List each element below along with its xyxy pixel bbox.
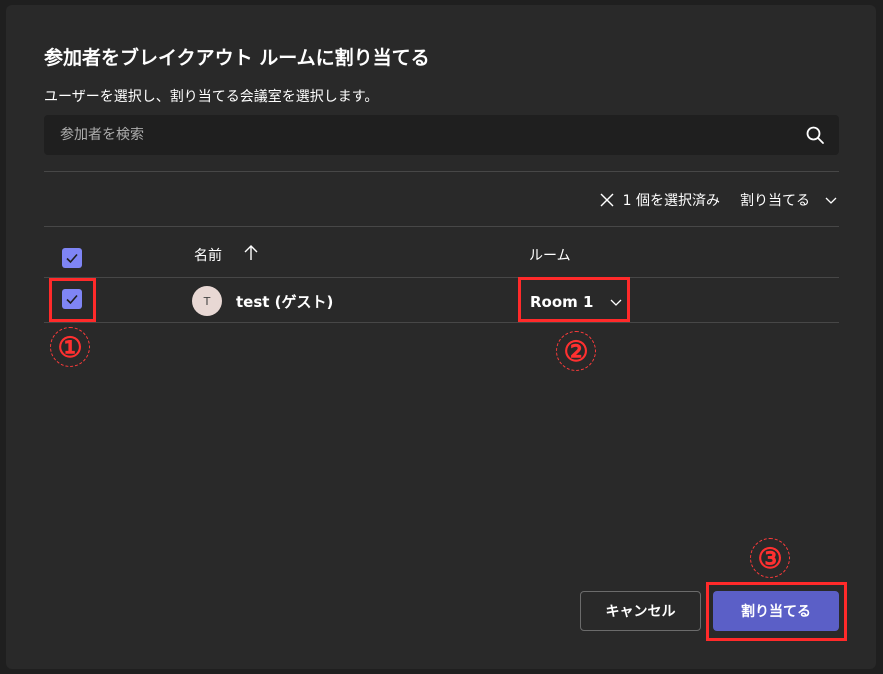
- selection-count: 1 個を選択済み: [622, 193, 720, 209]
- close-icon[interactable]: [599, 192, 615, 208]
- divider: [44, 277, 839, 278]
- divider: [44, 322, 839, 323]
- selection-toolbar: 1 個を選択済み 割り当てる: [599, 188, 838, 212]
- assign-participants-dialog: 参加者をブレイクアウト ルームに割り当てる ユーザーを選択し、割り当てる会議室を…: [6, 5, 876, 669]
- assign-button[interactable]: 割り当てる: [713, 591, 839, 631]
- arrow-up-icon[interactable]: [242, 244, 260, 262]
- select-all-checkbox[interactable]: [62, 248, 82, 268]
- checkmark-icon: [66, 294, 78, 305]
- search-box: [44, 115, 839, 155]
- dialog-subtitle: ユーザーを選択し、割り当てる会議室を選択します。: [44, 89, 379, 105]
- row-checkbox[interactable]: [62, 289, 82, 309]
- room-selected-value: Room 1: [530, 293, 594, 311]
- search-input[interactable]: [44, 115, 784, 155]
- column-header-name[interactable]: 名前: [194, 245, 222, 265]
- dialog-title: 参加者をブレイクアウト ルームに割り当てる: [44, 47, 430, 69]
- annotation-step-2: ②: [556, 331, 596, 371]
- cancel-button[interactable]: キャンセル: [580, 591, 701, 631]
- column-header-room: ルーム: [529, 248, 571, 264]
- annotation-step-1: ①: [50, 327, 90, 367]
- checkmark-icon: [66, 253, 78, 264]
- divider: [44, 226, 839, 227]
- divider: [44, 171, 839, 172]
- search-icon[interactable]: [805, 125, 825, 145]
- assign-menu-button[interactable]: 割り当てる: [740, 190, 838, 210]
- chevron-down-icon: [825, 197, 837, 204]
- participant-name: test (ゲスト): [236, 293, 334, 311]
- avatar: T: [192, 286, 222, 316]
- assign-menu-label: 割り当てる: [740, 193, 810, 209]
- chevron-down-icon: [610, 299, 622, 306]
- annotation-step-3: ③: [750, 538, 790, 578]
- room-dropdown[interactable]: Room 1: [524, 285, 628, 319]
